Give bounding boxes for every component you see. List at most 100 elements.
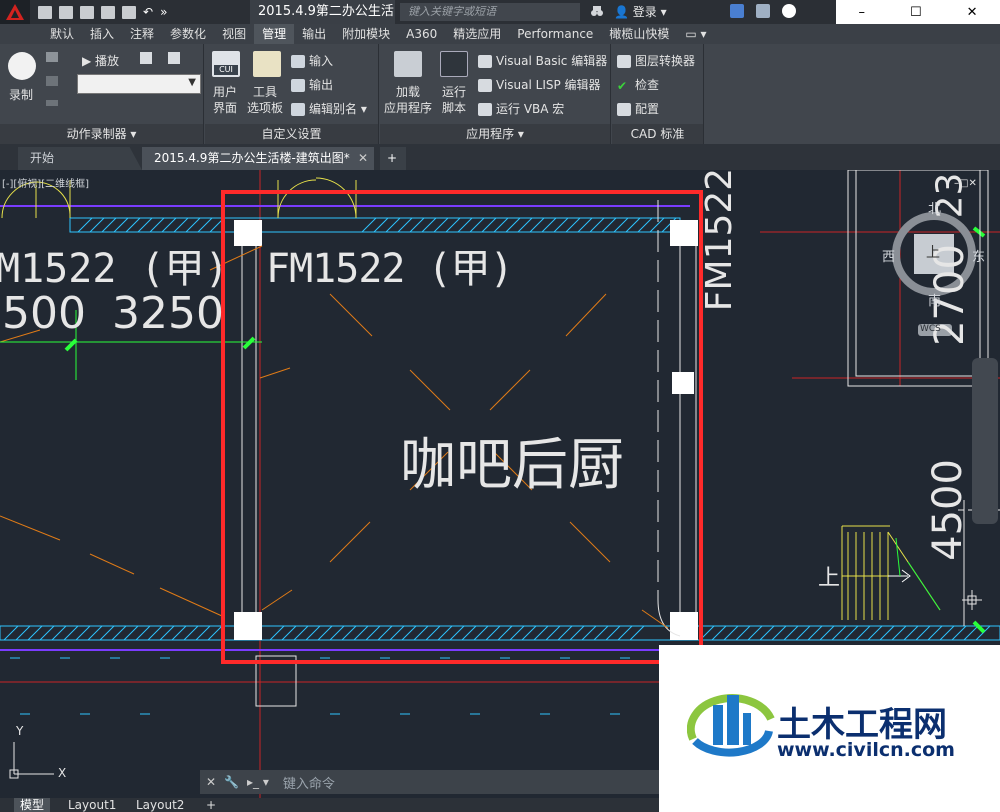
tool-palettes-icon[interactable] <box>253 51 281 77</box>
tool-palettes-button[interactable]: 工具 选项板 <box>247 84 283 116</box>
tab-featured-apps[interactable]: 精选应用 <box>445 24 509 44</box>
cui-icon[interactable]: CUI <box>212 51 240 77</box>
search-input[interactable]: 键入关键字或短语 <box>400 3 580 21</box>
tab-manage[interactable]: 管理 <box>254 24 295 44</box>
binoculars-icon[interactable] <box>590 3 604 19</box>
tab-active-drawing[interactable]: 2015.4.9第二办公生活楼-建筑出图* ✕ <box>142 147 374 170</box>
tab-olive-plugin[interactable]: 橄榄山快模 <box>601 24 677 44</box>
tab-layout1[interactable]: Layout1 <box>62 798 122 812</box>
compass-north-label[interactable]: 北 <box>928 198 941 217</box>
cmdline-customize-icon[interactable]: 🔧 <box>224 775 239 789</box>
insert-message-icon[interactable] <box>46 52 58 62</box>
print-icon[interactable] <box>122 5 136 19</box>
macro-select[interactable]: ▼ <box>77 74 201 94</box>
run-vba-button[interactable]: 运行 VBA 宏 <box>478 100 564 117</box>
undo-icon[interactable]: ↶ <box>143 5 153 19</box>
wcs-menu[interactable]: WCS <box>920 324 941 334</box>
viewport-window-controls[interactable]: –□✕ <box>954 178 977 189</box>
chevron-down-icon: ▼ <box>188 77 196 88</box>
preferences-icon[interactable] <box>140 52 152 64</box>
close-tab-icon[interactable]: ✕ <box>358 147 368 169</box>
tool-palettes-label-2: 选项板 <box>247 101 284 115</box>
command-line[interactable]: ✕ 🔧 ▸_ ▾ 键入命令 <box>200 770 660 794</box>
tab-addins[interactable]: 附加模块 <box>334 24 398 44</box>
tab-view[interactable]: 视图 <box>214 24 254 44</box>
run-script-icon[interactable] <box>440 51 468 77</box>
door-label-center: FM1522 (甲) <box>266 246 514 292</box>
ribbon-tabs: 默认 插入 注释 参数化 视图 管理 输出 附加模块 A360 精选应用 Per… <box>0 24 1000 44</box>
tab-start[interactable]: 开始 <box>18 147 142 170</box>
tab-annotate[interactable]: 注释 <box>122 24 162 44</box>
ribbon: 录制 ▶ 播放 ▼ 动作录制器 ▾ CUI 用户 界面 工具 选项板 输入 输出 编… <box>0 44 1000 144</box>
compass-west-label[interactable]: 西 <box>882 246 895 265</box>
load-application-button[interactable]: 加载 应用程序 <box>384 84 432 116</box>
help-icon[interactable] <box>782 4 796 18</box>
open-file-icon[interactable] <box>59 5 73 19</box>
import-button[interactable]: 输入 <box>291 52 333 69</box>
add-layout-button[interactable]: + <box>200 798 222 812</box>
exchange-icon[interactable] <box>730 4 744 18</box>
run-script-button[interactable]: 运行 脚本 <box>442 84 466 116</box>
window-controls: – ☐ ✕ <box>836 0 1000 24</box>
autocad-logo-icon[interactable] <box>0 0 30 24</box>
tab-insert[interactable]: 插入 <box>82 24 122 44</box>
panel-title-applications[interactable]: 应用程序 ▾ <box>380 124 610 144</box>
new-file-icon[interactable] <box>38 5 52 19</box>
save-icon[interactable] <box>80 5 94 19</box>
compass-east-label[interactable]: 东 <box>972 246 985 265</box>
request-input-icon[interactable] <box>46 76 58 86</box>
play-button[interactable]: ▶ 播放 <box>82 52 119 69</box>
load-application-icon[interactable] <box>394 51 422 77</box>
tab-parametric[interactable]: 参数化 <box>162 24 214 44</box>
layer-translator-button[interactable]: 图层转换器 <box>617 52 695 69</box>
titlebar-right-icons <box>730 4 796 18</box>
close-button[interactable]: ✕ <box>967 5 978 20</box>
tab-layout2[interactable]: Layout2 <box>130 798 190 812</box>
autocad-window: ↶ » 2015.4.9第二办公生活... 键入关键字或短语 👤 登录 ▾ – … <box>0 0 1000 812</box>
tab-model[interactable]: 模型 <box>14 798 51 812</box>
checkmark-icon: ✔ <box>617 79 628 93</box>
viewport-controls-label[interactable]: [-][俯视][二维线框] <box>2 175 89 190</box>
save-as-icon[interactable] <box>101 5 115 19</box>
dimension-4500: 4500 <box>925 459 972 561</box>
configure-standards-button[interactable]: 配置 <box>617 100 659 117</box>
minimize-button[interactable]: – <box>858 5 865 20</box>
check-standards-button[interactable]: ✔ 检查 <box>617 76 659 93</box>
play-label: 播放 <box>95 54 120 68</box>
more-icon[interactable]: » <box>160 5 167 19</box>
viewcube-top-label[interactable]: 上 <box>926 242 940 262</box>
maximize-button[interactable]: ☐ <box>910 5 922 20</box>
layer-translator-icon <box>617 55 631 68</box>
record-icon[interactable] <box>8 52 36 80</box>
ribbon-toggle-icon[interactable]: ▭ ▾ <box>677 24 714 44</box>
user-interface-label-1: 用户 <box>213 85 238 99</box>
cui-icon-label: CUI <box>214 65 238 75</box>
panel-cad-standards: 图层转换器 ✔ 检查 配置 CAD 标准 <box>612 44 704 144</box>
login-button[interactable]: 👤 登录 ▾ <box>614 0 667 24</box>
tab-default[interactable]: 默认 <box>42 24 82 44</box>
manage-macros-icon[interactable] <box>168 52 180 64</box>
run-vba-icon <box>478 103 492 116</box>
new-tab-button[interactable]: + <box>380 147 406 170</box>
insert-base-point-icon[interactable] <box>46 100 58 106</box>
login-label: 登录 <box>632 5 657 19</box>
panel-title-action-recorder[interactable]: 动作录制器 ▾ <box>0 124 203 144</box>
import-label: 输入 <box>309 54 334 68</box>
export-button[interactable]: 输出 <box>291 76 333 93</box>
cmdline-prompt-icon[interactable]: ▸_ ▾ <box>247 775 269 789</box>
cmdline-close-icon[interactable]: ✕ <box>206 775 216 789</box>
compass-south-label[interactable]: 南 <box>928 290 941 309</box>
lisp-editor-icon <box>478 79 492 92</box>
vb-editor-button[interactable]: Visual Basic 编辑器 <box>478 52 607 69</box>
lisp-editor-button[interactable]: Visual LISP 编辑器 <box>478 76 601 93</box>
a360-icon[interactable] <box>756 4 770 18</box>
command-input[interactable]: 键入命令 <box>283 773 335 792</box>
lisp-editor-label: Visual LISP 编辑器 <box>496 78 601 92</box>
check-label: 检查 <box>635 78 660 92</box>
tab-performance[interactable]: Performance <box>509 24 601 44</box>
edit-aliases-button[interactable]: 编辑别名 ▾ <box>291 100 367 117</box>
user-interface-button[interactable]: 用户 界面 <box>213 84 237 116</box>
record-button[interactable]: 录制 <box>9 86 33 103</box>
tab-output[interactable]: 输出 <box>294 24 334 44</box>
tab-a360[interactable]: A360 <box>398 24 445 44</box>
